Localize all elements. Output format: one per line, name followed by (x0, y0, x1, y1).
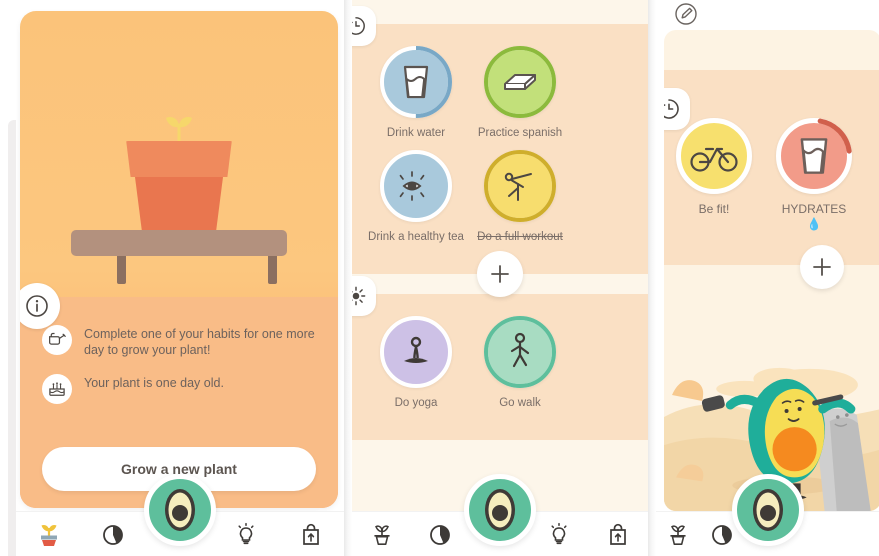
shopping-bag-icon (303, 523, 320, 545)
progress-ring (484, 150, 556, 222)
habit-label: Be fit! (698, 202, 730, 216)
habit-item[interactable]: Do a full workout (468, 150, 572, 244)
shelf-leg-right (268, 256, 277, 284)
progress-ring (776, 118, 852, 194)
panel-separator-1 (344, 0, 352, 556)
meditation-icon (404, 336, 428, 363)
detail-habit-list: Be fit! HYDRATES 💧 (664, 118, 879, 232)
sprout-icon (166, 117, 192, 145)
lightbulb-icon (238, 522, 254, 545)
bicycle-icon (690, 147, 738, 172)
plant-age-row: Your plant is one day old. (42, 374, 316, 404)
habit-label: Drink a healthy tea (368, 231, 464, 243)
pencil-icon[interactable] (666, 0, 706, 26)
habit-item[interactable]: Drink a healthy tea (364, 150, 468, 244)
left-panel-edge (0, 0, 16, 556)
cake-icon (42, 374, 72, 404)
nav-item-plant[interactable] (29, 514, 69, 554)
avocado-icon (165, 489, 195, 531)
eye-icon (399, 171, 425, 201)
nav-item-plant[interactable] (658, 514, 698, 554)
habit-label: Do a full workout (477, 231, 563, 243)
habits-scroll-area[interactable]: Drink water Practice spanish Drink a hea… (352, 0, 648, 511)
detail-card: Be fit! HYDRATES 💧 (664, 30, 879, 511)
habit-grid-daytime: Do yoga Go walk (352, 316, 648, 420)
panel-habits: Drink water Practice spanish Drink a hea… (352, 0, 648, 556)
habit-circle[interactable] (776, 118, 852, 194)
nav-item-tips[interactable] (226, 514, 266, 554)
plant-pot-icon (373, 525, 390, 545)
habit-circle[interactable] (484, 46, 556, 118)
clock-icon[interactable] (352, 6, 376, 46)
progress-ring (484, 46, 556, 118)
habit-circle[interactable] (380, 150, 452, 222)
panel-plant: Complete one of your habits for one more… (16, 0, 344, 556)
sun-icon[interactable] (352, 276, 376, 316)
plant-pot-icon (670, 525, 687, 545)
habit-label: Do yoga (394, 397, 438, 409)
habit-item[interactable]: Go walk (468, 316, 572, 410)
avocado-fab-panel-2[interactable] (464, 474, 536, 546)
add-habit-button-panel-3[interactable] (800, 245, 844, 289)
add-habit-button-section-1[interactable] (477, 251, 523, 297)
habit-section-daytime: Do yoga Go walk (352, 276, 648, 440)
habit-item[interactable]: Practice spanish (468, 46, 572, 140)
progress-ring (380, 46, 452, 118)
progress-ring (484, 316, 556, 388)
lightbulb-icon (551, 522, 567, 545)
habit-label: Go walk (499, 397, 541, 409)
habit-circle[interactable] (380, 316, 452, 388)
clock-icon[interactable] (664, 88, 690, 130)
habit-circle[interactable] (484, 316, 556, 388)
avocado-fab-panel-1[interactable] (144, 474, 216, 546)
panel-separator-2 (648, 0, 656, 556)
habit-label: Practice spanish (477, 127, 563, 139)
shelf (71, 230, 287, 256)
nav-item-stats[interactable] (421, 514, 461, 554)
plant-message-row: Complete one of your habits for one more… (42, 325, 316, 358)
pie-chart-icon (711, 525, 732, 545)
plant-message-text: Complete one of your habits for one more… (84, 327, 315, 357)
habit-circle[interactable] (484, 150, 556, 222)
flower-pot-rim (126, 141, 232, 177)
plus-icon (813, 258, 831, 276)
watering-can-icon (42, 325, 72, 355)
nav-item-tips[interactable] (539, 514, 579, 554)
habit-item[interactable]: Drink water (364, 46, 468, 140)
plant-illustration (20, 11, 338, 297)
left-panel-edge-fill (8, 120, 16, 556)
nav-item-shop[interactable] (291, 514, 331, 554)
habit-item[interactable]: Be fit! (664, 118, 764, 232)
avocado-icon (485, 489, 515, 531)
avocado-fab-panel-3[interactable] (731, 474, 804, 546)
shopping-bag-icon (610, 523, 627, 545)
habit-item[interactable]: HYDRATES 💧 (764, 118, 864, 232)
habit-circle[interactable] (676, 118, 752, 194)
pie-chart-icon (429, 525, 450, 545)
avocado-icon (752, 489, 783, 531)
nav-item-plant[interactable] (362, 514, 402, 554)
panel-detail: Be fit! HYDRATES 💧 (656, 0, 879, 556)
habit-grid-morning: Drink water Practice spanish Drink a hea… (352, 46, 648, 254)
pie-chart-icon (103, 525, 124, 545)
plant-card: Complete one of your habits for one more… (20, 11, 338, 508)
app-screenshot: Complete one of your habits for one more… (0, 0, 879, 556)
habit-section-morning: Drink water Practice spanish Drink a hea… (352, 6, 648, 297)
habit-emoji: 💧 (806, 217, 822, 231)
habit-label: HYDRATES (781, 202, 847, 216)
habit-circle[interactable] (380, 46, 452, 118)
shelf-leg-left (117, 256, 126, 284)
habit-item[interactable]: Do yoga (364, 316, 468, 410)
plant-age-text: Your plant is one day old. (84, 376, 224, 390)
nav-item-shop-hidden[interactable] (837, 514, 877, 554)
plant-pot-icon (40, 525, 57, 546)
plus-icon (491, 265, 509, 283)
nav-item-shop[interactable] (598, 514, 638, 554)
nav-item-stats[interactable] (94, 514, 134, 554)
habit-label: Drink water (386, 127, 446, 139)
